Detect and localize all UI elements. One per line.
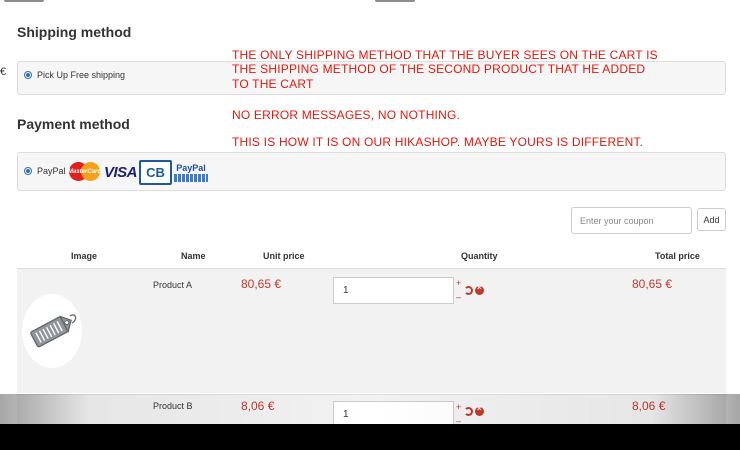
column-header-name: Name [181,251,206,261]
annotation-line: TO THE CART [232,77,314,91]
quantity-decrease-button[interactable]: – [456,293,461,302]
table-row: Product B 8,06 € + – 8,06 € [17,394,726,428]
top-button-center[interactable] [375,0,415,2]
paypal-logo: PayPal [173,159,209,185]
quantity-increase-button[interactable]: + [456,279,461,288]
top-button-left[interactable] [4,0,44,2]
total-price: 8,06 € [632,399,666,413]
product-name[interactable]: Product B [153,401,193,411]
remove-icon[interactable] [475,283,484,295]
product-image[interactable] [22,294,82,368]
payment-option-radio[interactable] [24,167,32,175]
quantity-input[interactable] [333,277,454,304]
shipping-option-radio[interactable] [24,71,32,79]
shipping-option-label[interactable]: Pick Up Free shipping [37,70,125,80]
mastercard-logo: MasterCard [68,159,101,185]
cb-logo: CB [139,160,172,185]
refresh-icon[interactable] [464,407,473,416]
video-bottom-bar [0,424,740,450]
unit-price: 80,65 € [241,277,282,291]
unit-price: 8,06 € [241,399,275,413]
column-header-quantity: Quantity [461,251,498,261]
refresh-icon[interactable] [464,286,473,295]
remove-icon[interactable] [475,404,484,416]
annotation-line: THIS IS HOW IT IS ON OUR HIKASHOP. MAYBE… [232,135,644,149]
coupon-input[interactable] [571,207,692,234]
add-coupon-button[interactable]: Add [697,208,726,231]
table-row: Product A 80,65 € + – 80,65 € [17,268,726,393]
shipping-method-title: Shipping method [17,24,132,40]
column-header-unit-price: Unit price [263,251,305,261]
price-tag-icon [30,314,77,348]
quantity-increase-button[interactable]: + [456,403,461,412]
total-price: 80,65 € [632,277,673,291]
annotation-line: THE SHIPPING METHOD OF THE SECOND PRODUC… [232,62,646,76]
annotation-line: NO ERROR MESSAGES, NO NOTHING. [232,108,461,122]
annotation-line: THE ONLY SHIPPING METHOD THAT THE BUYER … [232,48,658,62]
visa-logo: VISA [104,163,138,181]
payment-method-panel: PayPal MasterCard VISA CB PayPal [17,152,726,191]
payment-option-label[interactable]: PayPal [37,166,66,176]
column-header-total-price: Total price [655,251,700,261]
payment-method-title: Payment method [17,116,130,132]
column-header-image: Image [71,251,98,261]
side-currency-mark: € [0,66,7,78]
product-name[interactable]: Product A [153,280,192,290]
